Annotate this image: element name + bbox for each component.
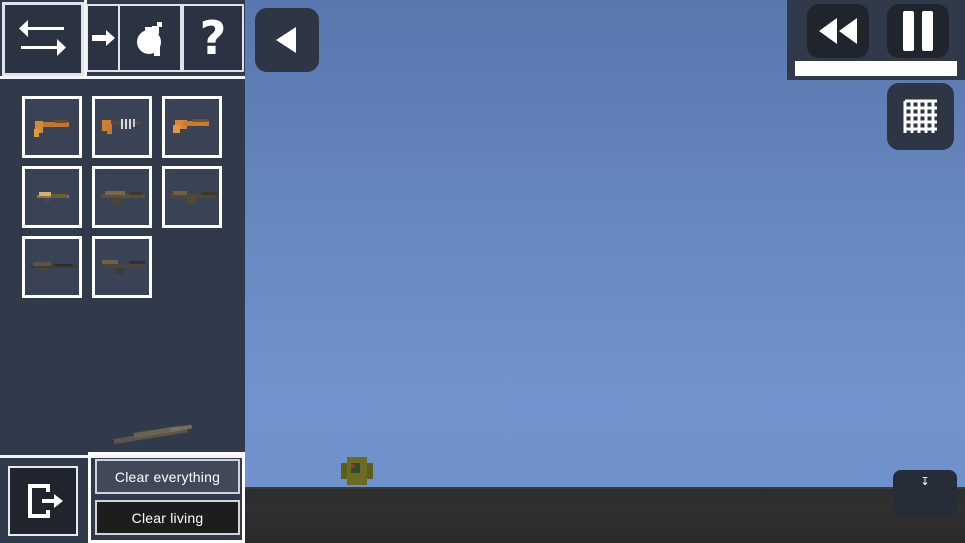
app-root: ↧ ? Clear everything Clear living <box>0 0 965 543</box>
import-panel[interactable]: ↧ <box>893 470 957 516</box>
sniper-rifle-sprite <box>25 239 79 295</box>
grid-snap-button[interactable] <box>887 83 954 150</box>
clear-actions-panel: Clear everything Clear living <box>88 452 245 543</box>
toolbar-button-next[interactable] <box>86 4 122 72</box>
grid-icon <box>903 99 937 133</box>
exit-button[interactable] <box>8 466 78 536</box>
weapon-slot-sniper-rifle[interactable] <box>22 236 82 298</box>
weapon-slot-sawed-off[interactable] <box>162 96 222 158</box>
pause-icon-bar-left <box>903 11 914 51</box>
back-button[interactable] <box>255 8 319 72</box>
pistol-sprite <box>25 99 79 155</box>
weapon-slot-combat-shotgun[interactable] <box>92 236 152 298</box>
rewind-button[interactable] <box>807 4 869 58</box>
import-icon: ↧ <box>920 475 930 488</box>
timeline-slider[interactable] <box>795 61 957 76</box>
ak-rifle-sprite <box>165 169 219 225</box>
weapon-slot-pistol[interactable] <box>22 96 82 158</box>
pause-button[interactable] <box>887 4 949 58</box>
weapon-slot-smg[interactable] <box>92 96 152 158</box>
clear-living-button[interactable]: Clear living <box>95 500 240 535</box>
combat-shotgun-sprite <box>95 239 149 295</box>
grenade-icon <box>137 22 162 56</box>
triangle-left-icon <box>276 27 296 53</box>
smg-sprite <box>95 99 149 155</box>
help-icon: ? <box>199 11 227 65</box>
rewind-icon <box>819 18 857 44</box>
timeline-fill <box>795 61 957 76</box>
sidebar-toolbar: ? <box>0 0 245 78</box>
toolbar-button-help[interactable]: ? <box>182 4 244 72</box>
swap-icon <box>19 20 66 56</box>
entity-arm-right <box>366 463 373 479</box>
assault-rifle-sprite <box>95 169 149 225</box>
arrow-right-icon <box>92 30 115 46</box>
clear-everything-button[interactable]: Clear everything <box>95 459 240 494</box>
toolbar-button-grenade[interactable] <box>118 4 182 72</box>
weapon-drag-ghost[interactable] <box>112 424 200 454</box>
toolbar-button-swap[interactable] <box>2 2 84 76</box>
sawed-off-sprite <box>165 99 219 155</box>
weapon-slot-ak-rifle[interactable] <box>162 166 222 228</box>
pause-icon-bar-right <box>922 11 933 51</box>
entity-marker <box>351 464 355 468</box>
toolbar-vertical-divider <box>84 0 87 78</box>
scene-entity-soldier[interactable] <box>341 455 373 487</box>
toolbar-divider <box>0 76 245 79</box>
weapon-slot-carbine[interactable] <box>22 166 82 228</box>
exit-icon <box>28 484 63 518</box>
playback-panel <box>787 0 965 80</box>
weapon-slot-assault-rifle[interactable] <box>92 166 152 228</box>
carbine-sprite <box>25 169 79 225</box>
